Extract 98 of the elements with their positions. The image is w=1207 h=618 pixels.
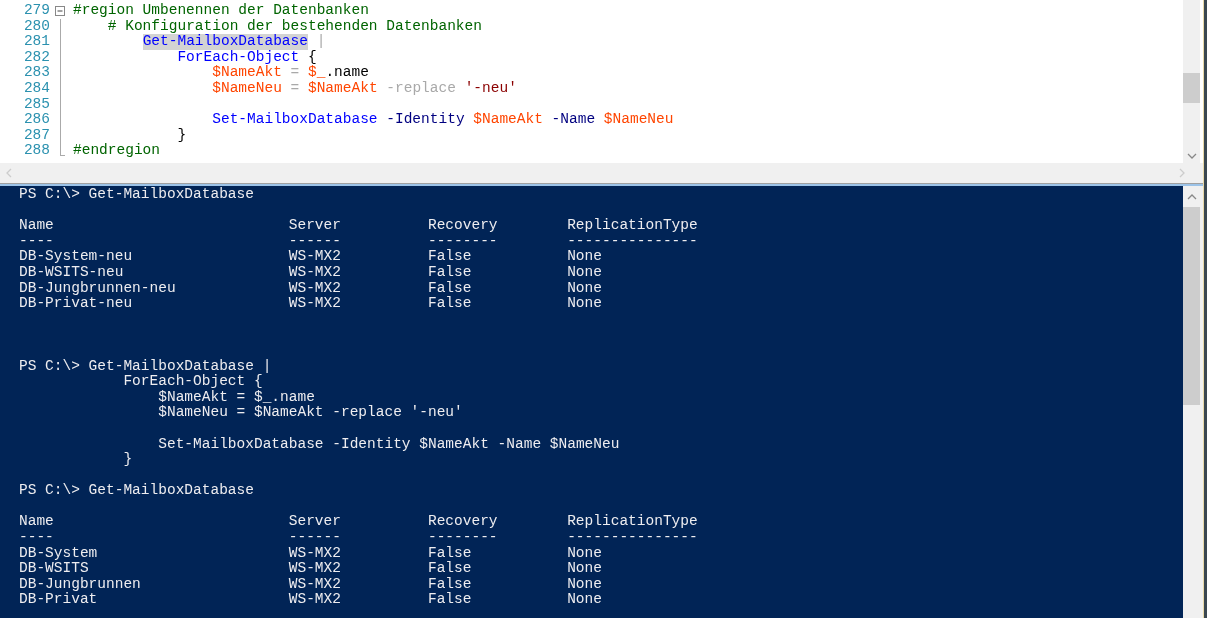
- table-cell-text: DB-Jungbrunnen: [19, 576, 141, 592]
- code-operator: =: [290, 80, 301, 97]
- code-parameter: -Name: [551, 112, 597, 128]
- table-cell: DB-Privat-neu: [19, 296, 133, 312]
- line-number: 287: [22, 127, 50, 144]
- code-cmdlet: ForEach-Object: [177, 49, 300, 65]
- table-cell: False: [427, 296, 472, 312]
- table-cell: DB-Privat: [19, 592, 98, 609]
- code-parameter: -Identity: [386, 112, 466, 128]
- table-cell: None: [567, 249, 602, 265]
- horizontal-scrollbar[interactable]: [0, 163, 1203, 183]
- code-variable: $NameAkt: [473, 112, 543, 128]
- code-variable: $_: [307, 65, 326, 81]
- table-cell: DB-WSITS: [19, 561, 89, 577]
- table-cell: WS-MX2: [288, 296, 341, 312]
- table-cell-text: False: [427, 576, 472, 592]
- code-variable: $NameAkt: [307, 80, 378, 97]
- table-cell-text: False: [427, 545, 472, 561]
- header-underline: ------: [288, 530, 341, 546]
- vertical-scrollbar[interactable]: [1183, 0, 1200, 163]
- table-cell: WS-MX2: [288, 249, 341, 265]
- scroll-right-icon[interactable]: [1179, 168, 1185, 178]
- header-underline: ---------------: [567, 233, 698, 250]
- line-number: 283: [22, 65, 50, 81]
- table-cell: WS-MX2: [288, 264, 341, 281]
- console-line: ForEach-Object {: [122, 374, 264, 390]
- code-comment: #endregion: [73, 143, 160, 159]
- header-underline: ------: [288, 233, 341, 250]
- code-comment: #region Umbenennen der Datenbanken: [73, 3, 369, 19]
- table-cell: False: [427, 592, 472, 609]
- table-cell: None: [567, 296, 602, 312]
- code-operator: =: [290, 65, 301, 81]
- table-cell-text: DB-Jungbrunnen-neu: [19, 280, 176, 296]
- code-text: {: [307, 49, 317, 65]
- table-cell: None: [567, 592, 602, 609]
- line-number: 286: [22, 112, 50, 128]
- line-number: 282: [22, 49, 50, 66]
- scroll-left-icon[interactable]: [6, 168, 12, 178]
- table-cell: DB-System: [19, 545, 98, 562]
- line-number: 285: [22, 96, 50, 113]
- scrollbar-thumb[interactable]: [1183, 73, 1200, 103]
- console-line: PS C:\> Get-MailboxDatabase: [19, 483, 255, 499]
- code-cmdlet: Get-MailboxDatabase: [142, 34, 308, 50]
- line-number: 280: [22, 18, 50, 35]
- table-cell: None: [567, 545, 602, 562]
- line-number: 284: [22, 80, 50, 97]
- code-string: '-neu': [464, 80, 517, 97]
- code-text: }: [177, 127, 187, 144]
- code-operator: -replace: [386, 80, 457, 97]
- table-cell: None: [567, 561, 602, 577]
- column-header: ReplicationType: [567, 514, 698, 531]
- header-underline: --------: [427, 233, 498, 249]
- line-number: 288: [22, 143, 50, 159]
- column-header: ReplicationType: [567, 218, 698, 234]
- table-cell: WS-MX2: [288, 592, 341, 609]
- table-cell: None: [567, 264, 602, 281]
- column-header: Recovery: [427, 514, 498, 531]
- console-line: $NameAkt = $_.name: [157, 389, 316, 405]
- code-comment: # Konfiguration der bestehenden Datenbanken: [107, 18, 482, 34]
- console-line: PS C:\> Get-MailboxDatabase: [19, 187, 255, 203]
- table-cell: WS-MX2: [288, 561, 341, 577]
- table-cell: None: [567, 576, 602, 593]
- scrollbar-thumb[interactable]: [1183, 207, 1200, 405]
- console-line: Set-MailboxDatabase -Identity $NameAkt -Name $NameNeu: [157, 436, 621, 453]
- table-cell: WS-MX2: [288, 576, 341, 593]
- code-variable: $NameNeu: [212, 80, 282, 97]
- scroll-up-icon[interactable]: [1186, 194, 1197, 200]
- console-scrollbar[interactable]: [1183, 186, 1200, 618]
- code-operator: |: [316, 34, 326, 50]
- table-cell: False: [427, 264, 472, 281]
- table-cell: False: [427, 249, 472, 265]
- table-cell: False: [427, 561, 472, 577]
- console-line: $NameNeu = $NameAkt -replace '-neu': [157, 405, 464, 421]
- code-cmdlet: Set-MailboxDatabase: [212, 112, 378, 128]
- header-underline: ----: [19, 233, 54, 250]
- header-underline: ----: [19, 530, 54, 546]
- table-cell: DB-WSITS-neu: [19, 264, 124, 281]
- column-header: Recovery: [427, 218, 498, 234]
- header-underline: --------: [427, 530, 498, 546]
- table-cell: None: [567, 280, 602, 297]
- table-cell: WS-MX2: [288, 545, 341, 562]
- console-line: }: [122, 452, 134, 468]
- collapse-icon[interactable]: [55, 6, 65, 16]
- code-variable: $NameNeu: [603, 112, 674, 128]
- table-cell-text: False: [427, 280, 472, 296]
- table-cell: DB-System-neu: [19, 249, 133, 265]
- line-number: 279: [22, 3, 50, 19]
- column-header: Name: [19, 514, 54, 531]
- column-header: Name: [19, 218, 54, 234]
- code-variable: $NameAkt: [212, 65, 282, 81]
- line-number: 281: [22, 34, 50, 50]
- scroll-down-icon[interactable]: [1186, 153, 1197, 159]
- table-cell: WS-MX2: [288, 280, 341, 297]
- code-text: .name: [325, 65, 369, 81]
- header-underline: ---------------: [567, 530, 698, 546]
- column-header: Server: [288, 514, 341, 531]
- column-header: Server: [288, 218, 341, 234]
- console-line: PS C:\> Get-MailboxDatabase |: [19, 358, 273, 374]
